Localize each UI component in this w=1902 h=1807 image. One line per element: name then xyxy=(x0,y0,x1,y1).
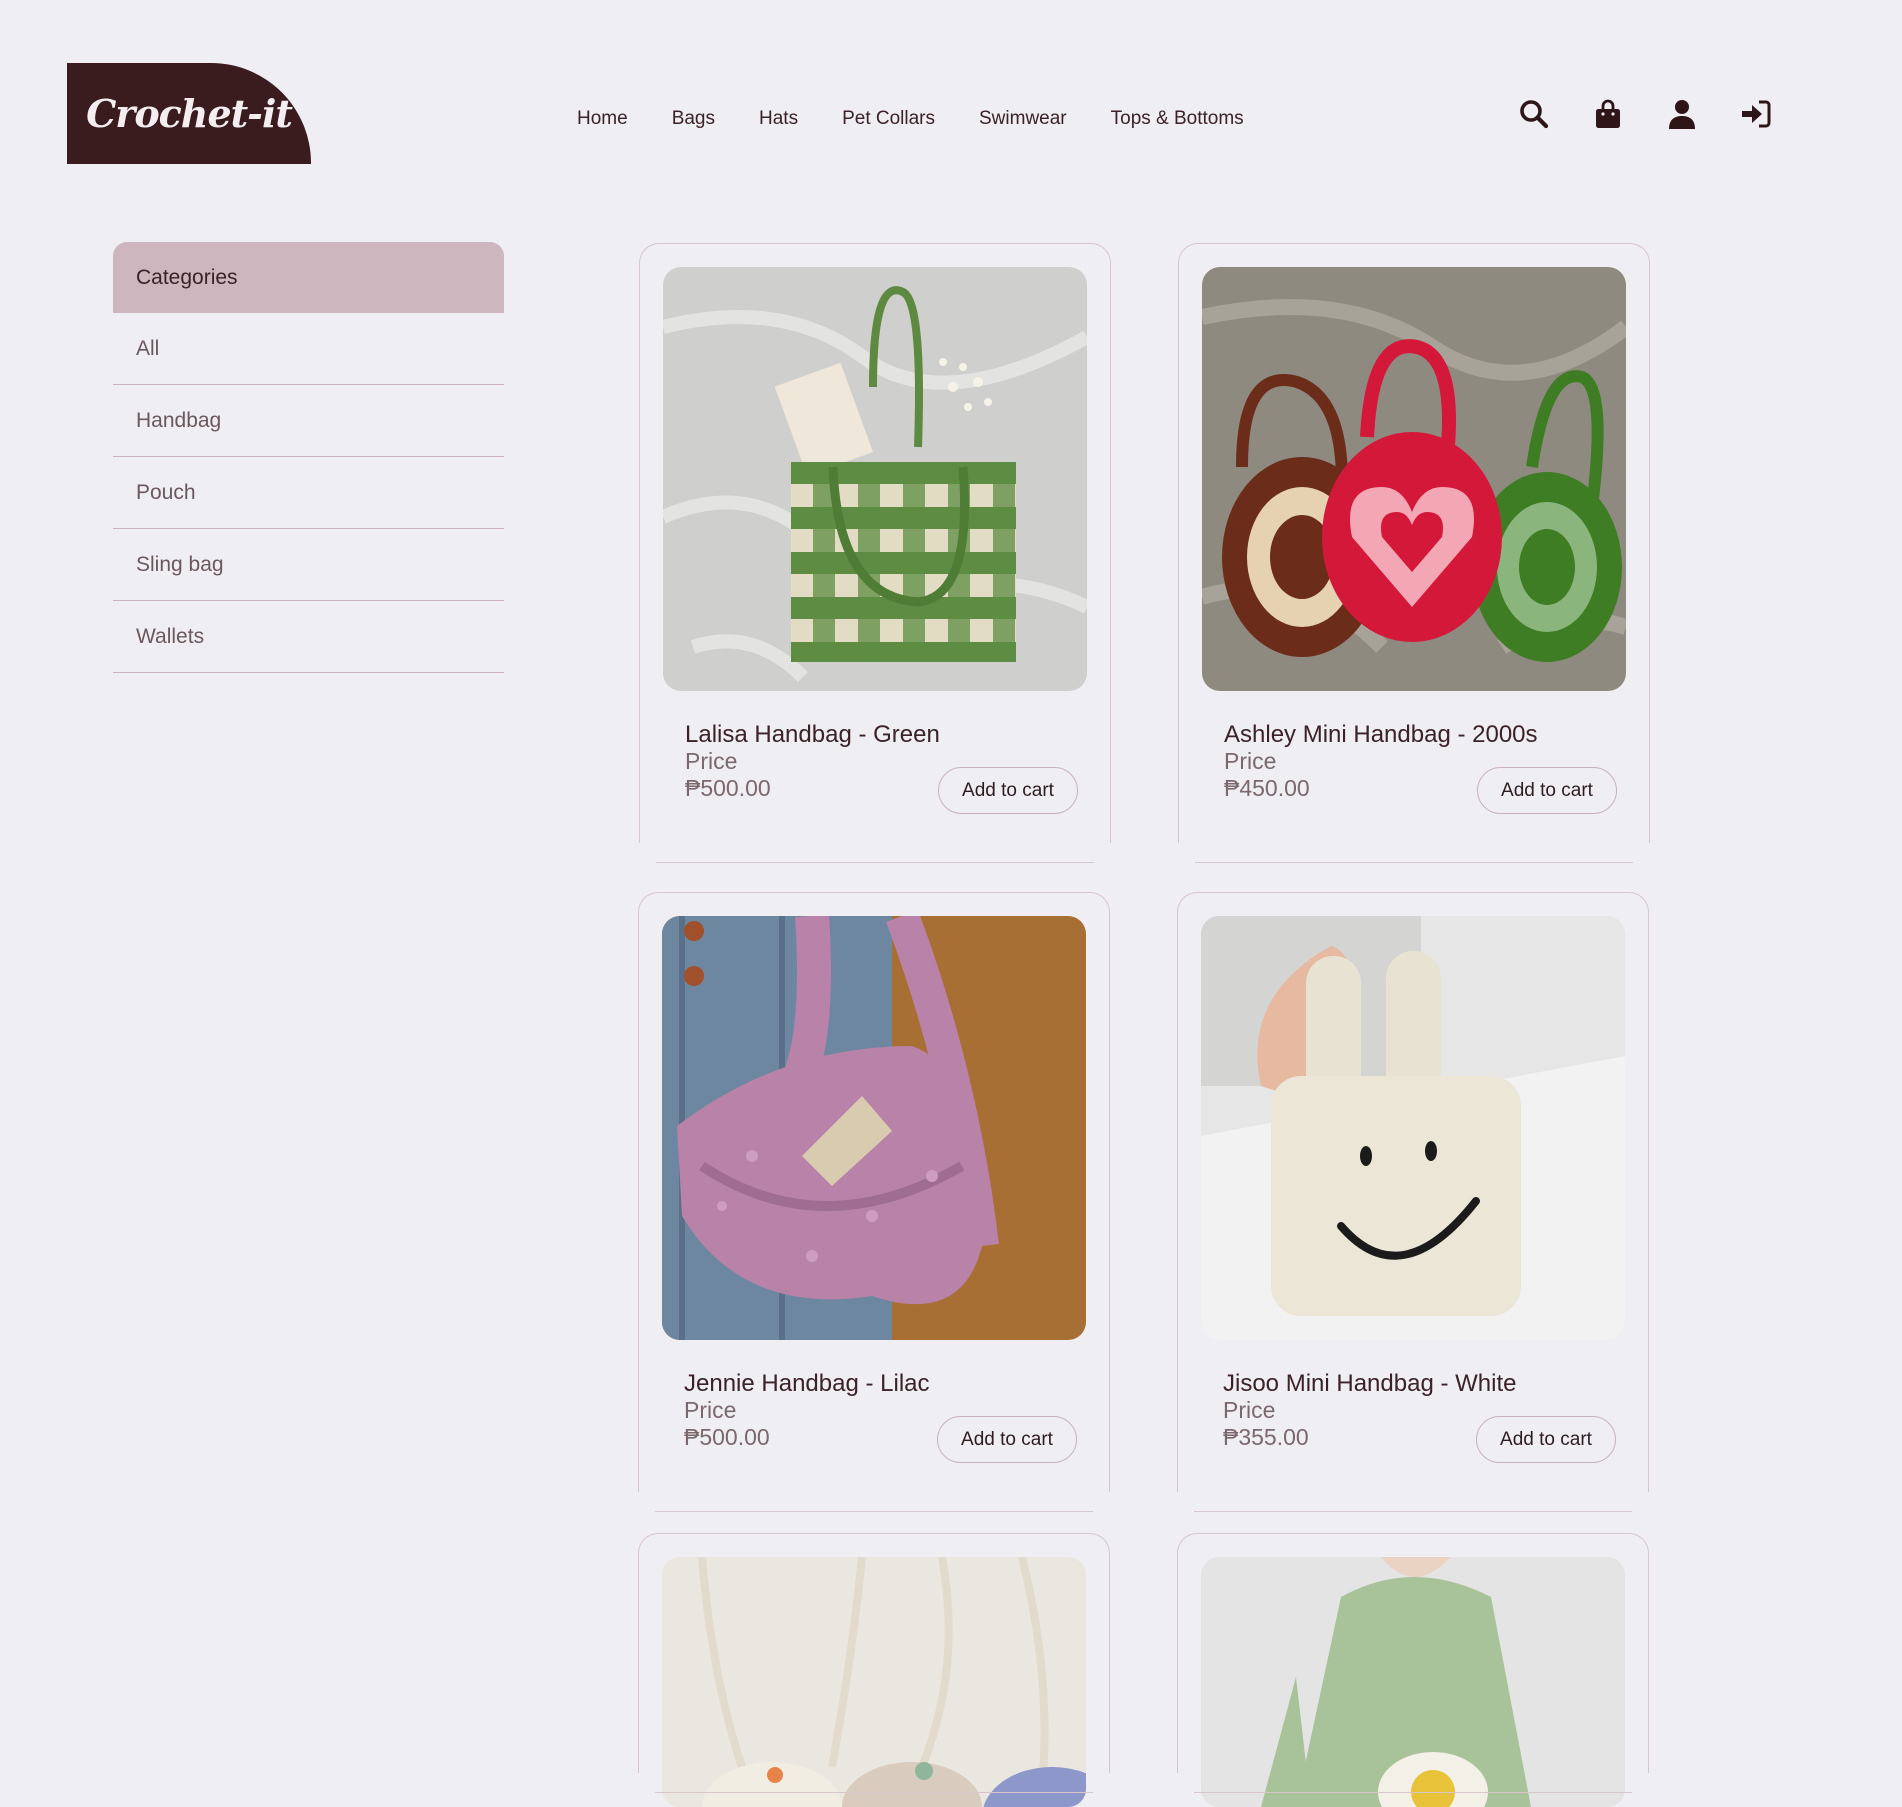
nav-item-bags[interactable]: Bags xyxy=(672,108,715,130)
price-label: Price xyxy=(1223,1397,1276,1423)
product-card xyxy=(638,1533,1110,1807)
product-image[interactable] xyxy=(662,916,1086,1340)
product-name[interactable]: Jisoo Mini Handbag - White xyxy=(1223,1370,1516,1398)
nav-item-hats[interactable]: Hats xyxy=(759,108,798,130)
categories-header: Categories xyxy=(113,242,504,313)
product-card: Lalisa Handbag - Green Price ₱500.00 Add… xyxy=(639,243,1111,863)
category-item-sling-bag[interactable]: Sling bag xyxy=(113,529,504,601)
category-item-wallets[interactable]: Wallets xyxy=(113,601,504,673)
product-card: Ashley Mini Handbag - 2000s Price ₱450.0… xyxy=(1178,243,1650,863)
price-label: Price xyxy=(1224,748,1277,774)
product-price: ₱450.00 xyxy=(1224,775,1310,801)
search-icon[interactable] xyxy=(1518,98,1550,130)
brand-logo[interactable]: Crochet-it xyxy=(67,63,311,164)
product-image[interactable] xyxy=(1202,267,1626,691)
product-name[interactable]: Lalisa Handbag - Green xyxy=(685,721,940,749)
add-to-cart-button[interactable]: Add to cart xyxy=(1477,767,1617,814)
price-label: Price xyxy=(685,748,738,774)
product-name[interactable]: Jennie Handbag - Lilac xyxy=(684,1370,930,1398)
add-to-cart-button[interactable]: Add to cart xyxy=(937,1416,1077,1463)
header-icons xyxy=(1518,98,1772,130)
nav-item-swimwear[interactable]: Swimwear xyxy=(979,108,1067,130)
product-name[interactable]: Ashley Mini Handbag - 2000s xyxy=(1224,721,1538,749)
add-to-cart-button[interactable]: Add to cart xyxy=(1476,1416,1616,1463)
add-to-cart-button[interactable]: Add to cart xyxy=(938,767,1078,814)
product-price: ₱500.00 xyxy=(685,775,771,801)
category-item-all[interactable]: All xyxy=(113,313,504,385)
nav-item-home[interactable]: Home xyxy=(577,108,628,130)
category-item-pouch[interactable]: Pouch xyxy=(113,457,504,529)
product-card: Jisoo Mini Handbag - White Price ₱355.00… xyxy=(1177,892,1649,1512)
nav-item-pet-collars[interactable]: Pet Collars xyxy=(842,108,935,130)
product-card xyxy=(1177,1533,1649,1807)
category-item-handbag[interactable]: Handbag xyxy=(113,385,504,457)
product-image[interactable] xyxy=(1201,916,1625,1340)
product-price: ₱355.00 xyxy=(1223,1424,1309,1450)
logo-text: Crochet-it xyxy=(86,91,293,136)
product-image[interactable] xyxy=(663,267,1087,691)
product-image[interactable] xyxy=(662,1557,1086,1807)
product-image[interactable] xyxy=(1201,1557,1625,1807)
sign-in-icon[interactable] xyxy=(1740,98,1772,130)
price-label: Price xyxy=(684,1397,737,1423)
nav-item-tops-bottoms[interactable]: Tops & Bottoms xyxy=(1111,108,1244,130)
product-price: ₱500.00 xyxy=(684,1424,770,1450)
shopping-bag-icon[interactable] xyxy=(1592,98,1624,130)
main-nav: Home Bags Hats Pet Collars Swimwear Tops… xyxy=(577,108,1288,130)
category-sidebar: Categories All Handbag Pouch Sling bag W… xyxy=(113,242,504,673)
product-card: Jennie Handbag - Lilac Price ₱500.00 Add… xyxy=(638,892,1110,1512)
user-icon[interactable] xyxy=(1666,98,1698,130)
